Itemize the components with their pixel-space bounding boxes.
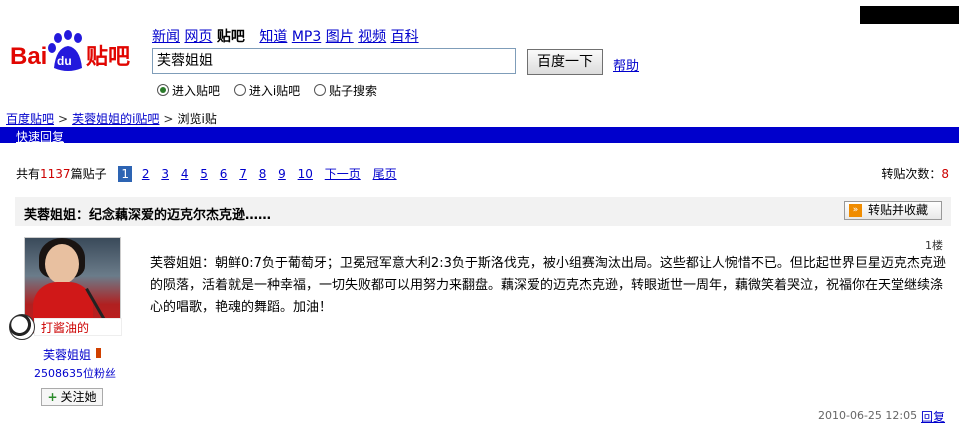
nav-zhidao[interactable]: 知道 [259,29,287,45]
chevron-right-icon: > [163,112,174,126]
baidu-tieba-logo[interactable]: Bai du 贴吧 [8,30,148,74]
user-badge: 打酱油的 [34,318,122,336]
nav-baike[interactable]: 百科 [391,29,419,45]
post-content: 芙蓉姐姐：朝鲜0:7负于葡萄牙；卫冕冠军意大利2:3负于斯洛伐克，被小组赛淘汰出… [150,256,946,315]
repost-value: 8 [941,167,949,181]
follow-label: 关注她 [60,390,97,404]
search-input[interactable]: 芙蓉姐姐 [152,48,516,74]
forward-and-save-button[interactable]: » 转贴并收藏 [844,201,942,220]
post-date: 2010-06-25 12:05 [818,409,918,422]
floor-number: 1楼 [925,239,943,252]
nav-web[interactable]: 网页 [184,29,212,45]
top-nav: 新闻 网页 贴吧 知道 MP3 图片 视频 百科 [152,26,419,46]
paw-icon: du [48,30,82,71]
nav-images[interactable]: 图片 [326,29,354,45]
page-link[interactable]: 10 [298,167,313,181]
quick-reply-link[interactable]: 快速回复 [16,128,64,145]
nav-mp3[interactable]: MP3 [292,29,321,45]
forward-label: 转贴并收藏 [868,203,929,217]
reply-link[interactable]: 回复 [921,408,945,425]
author-name[interactable]: 芙蓉姐姐 [43,346,91,363]
option-enter-itieba[interactable]: 进入i贴吧 [233,84,300,98]
nav-video[interactable]: 视频 [358,29,386,45]
post-count-suffix: 篇贴子 [70,167,107,181]
nav-news[interactable]: 新闻 [152,29,180,45]
page-link[interactable]: 4 [181,167,189,181]
repost-label: 转贴次数： [881,167,942,181]
search-options: 进入贴吧 进入i贴吧 贴子搜索 [157,82,387,99]
page-link[interactable]: 8 [259,167,267,181]
blue-toolbar [0,127,959,143]
post-title: 芙蓉姐姐：纪念藕深爱的迈克尔杰克逊…… [24,208,272,223]
option-search-posts[interactable]: 贴子搜索 [314,84,377,98]
nav-tieba[interactable]: 贴吧 [217,29,245,45]
page-link[interactable]: 7 [239,167,247,181]
next-page-link[interactable]: 下一页 [325,167,361,181]
page-link[interactable]: 2 [142,167,150,181]
info-icon[interactable] [96,348,101,358]
chevron-right-icon: > [58,112,69,126]
logo-text-right: 贴吧 [86,44,130,70]
post-count-prefix: 共有 [16,167,41,181]
post-count: 1137 [40,167,71,181]
follow-button[interactable]: + 关注她 [41,388,103,406]
page-link[interactable]: 6 [220,167,228,181]
breadcrumb-current: 浏览i贴 [177,112,217,126]
redacted-bar [860,6,959,24]
plus-icon: + [47,390,58,404]
search-button[interactable]: 百度一下 [527,49,603,75]
pagination: 共有1137篇贴子 1 2 3 4 5 6 7 8 9 10 下一页 尾页 [16,165,397,182]
page-current[interactable]: 1 [118,166,133,182]
last-page-link[interactable]: 尾页 [373,167,397,181]
logo-text-left: Bai [10,43,47,70]
repost-count: 转贴次数：8 [881,165,949,182]
radio-icon[interactable] [233,84,246,96]
radio-icon[interactable] [314,84,327,96]
radio-icon[interactable] [157,84,169,96]
option-enter-tieba[interactable]: 进入贴吧 [157,84,220,98]
avatar-face [45,244,79,284]
breadcrumb: 百度贴吧 > 芙蓉姐姐的i贴吧 > 浏览i贴 [6,110,217,127]
page-link[interactable]: 3 [161,167,169,181]
page-link[interactable]: 5 [200,167,208,181]
soccer-ball-icon [9,314,35,340]
breadcrumb-home[interactable]: 百度贴吧 [6,112,54,126]
forward-icon: » [849,204,862,217]
page-link[interactable]: 9 [278,167,286,181]
author-fans[interactable]: 2508635位粉丝 [34,365,116,381]
logo-paw-text: du [57,54,72,68]
help-link[interactable]: 帮助 [613,55,639,74]
breadcrumb-itieba[interactable]: 芙蓉姐姐的i贴吧 [72,112,159,126]
